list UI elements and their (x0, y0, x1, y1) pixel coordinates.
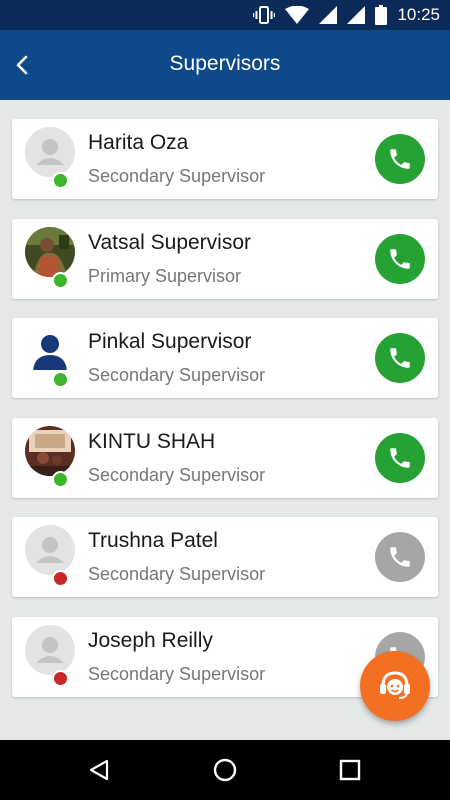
system-nav-bar (0, 740, 450, 800)
vibrate-icon (253, 6, 276, 24)
supervisor-name: Harita Oza (88, 131, 189, 154)
signal-icon-2 (347, 6, 366, 24)
supervisor-role: Secondary Supervisor (88, 166, 266, 186)
signal-icon (319, 6, 338, 24)
call-button[interactable] (375, 532, 425, 583)
status-time: 10:25 (397, 5, 440, 24)
battery-icon (375, 5, 388, 25)
offline-status-dot (52, 669, 69, 687)
supervisor-role: Secondary Supervisor (88, 464, 266, 485)
status-bar: 10:25 (0, 0, 450, 30)
supervisor-card[interactable]: Vatsal Supervisor Primary Supervisor (12, 218, 438, 299)
supervisor-role: Secondary Supervisor (88, 663, 266, 684)
supervisor-role: Secondary Supervisor (88, 365, 266, 386)
call-button[interactable] (375, 233, 425, 284)
avatar (25, 624, 75, 675)
avatar-placeholder-icon (25, 525, 75, 576)
person-icon (25, 326, 75, 377)
offline-status-dot (52, 570, 69, 588)
supervisor-name: Trushna Patel (88, 529, 218, 553)
avatar (25, 326, 75, 377)
supervisor-name: Pinkal Supervisor (88, 330, 252, 354)
phone-icon (390, 149, 410, 169)
call-button[interactable] (375, 333, 425, 384)
supervisor-card[interactable]: KINTU SHAH Secondary Supervisor (12, 417, 438, 498)
avatar-placeholder-icon (25, 127, 75, 177)
supervisor-name: Vatsal Supervisor (88, 230, 252, 254)
avatar-placeholder-icon (25, 624, 75, 675)
call-button[interactable] (375, 432, 425, 483)
support-fab-button[interactable] (360, 651, 430, 721)
supervisor-card[interactable]: Pinkal Supervisor Secondary Supervisor (12, 318, 438, 399)
phone-icon (390, 547, 410, 568)
online-status-dot (52, 371, 69, 389)
online-status-dot (52, 172, 69, 189)
support-agent-icon (380, 671, 410, 699)
avatar (25, 226, 75, 277)
phone-icon (390, 448, 410, 468)
page-title: Supervisors (169, 52, 281, 75)
supervisor-list: Harita Oza Secondary Supervisor Vatsal S… (12, 119, 438, 717)
nav-recents-button[interactable] (335, 755, 365, 785)
avatar-photo (25, 425, 75, 476)
supervisor-card[interactable]: Harita Oza Secondary Supervisor (12, 119, 438, 199)
online-status-dot (52, 470, 69, 488)
supervisor-card[interactable]: Trushna Patel Secondary Supervisor (12, 517, 438, 598)
avatar (25, 127, 75, 177)
avatar-photo (25, 226, 75, 277)
nav-back-button[interactable] (84, 755, 114, 785)
app-bar: Supervisors (0, 30, 450, 100)
square-recents-icon (339, 759, 361, 781)
phone-icon (390, 248, 410, 269)
online-status-dot (52, 271, 69, 289)
status-icons: 10:25 (253, 0, 440, 30)
supervisor-role: Primary Supervisor (88, 265, 242, 286)
triangle-back-icon (89, 759, 109, 781)
nav-home-button[interactable] (210, 755, 240, 785)
call-button[interactable] (375, 134, 425, 184)
circle-home-icon (213, 758, 237, 782)
wifi-icon (285, 6, 310, 24)
supervisor-role: Secondary Supervisor (88, 564, 266, 585)
avatar (25, 525, 75, 576)
phone-icon (390, 348, 410, 368)
avatar (25, 425, 75, 476)
supervisor-name: Joseph Reilly (88, 628, 213, 652)
supervisor-name: KINTU SHAH (88, 429, 216, 453)
